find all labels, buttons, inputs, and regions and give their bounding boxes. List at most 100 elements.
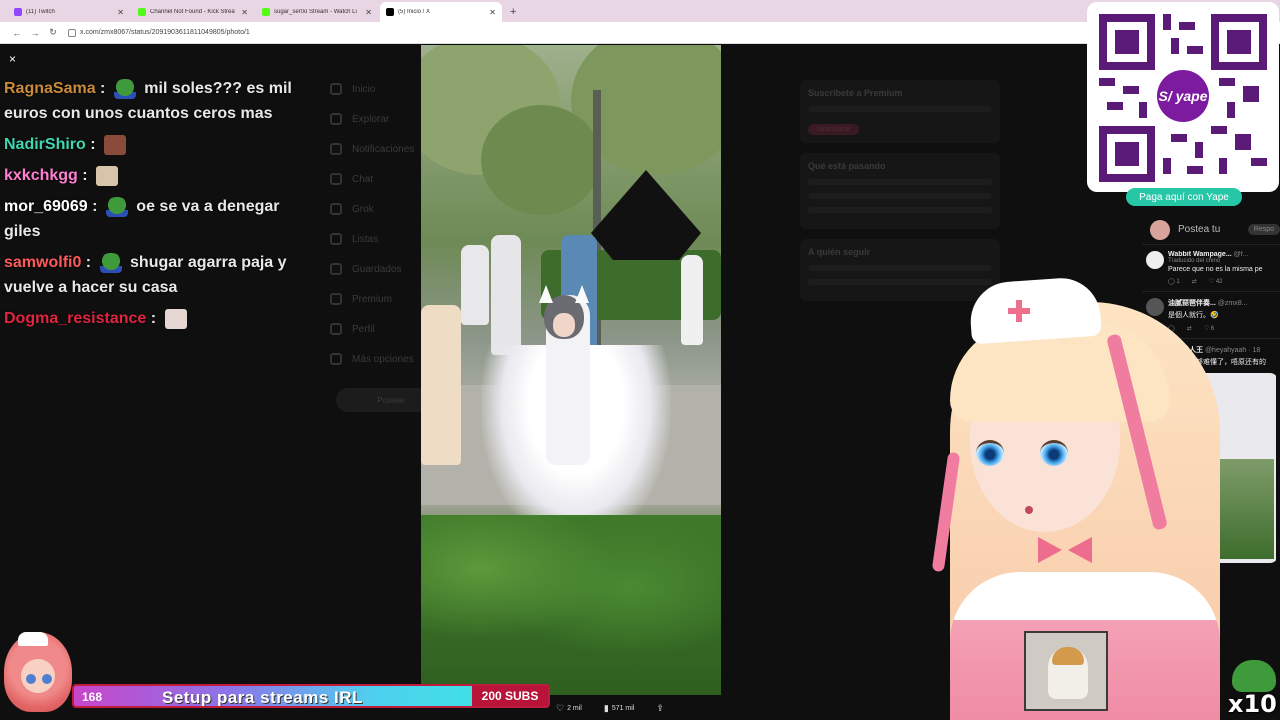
url-field[interactable]: x.com/zmx8067/status/2091903611811049805… <box>68 28 250 37</box>
tab-twitch[interactable]: (11) Twitch ✕ <box>8 2 130 22</box>
view-count: 571 mil <box>611 704 635 712</box>
reply-button[interactable]: Respo <box>1247 224 1280 235</box>
x-nav-item[interactable]: Notificaciones <box>330 134 430 164</box>
close-tab-icon[interactable]: ✕ <box>365 8 372 17</box>
qr-code: S/ yape <box>1099 14 1267 182</box>
chat-username: samwolfi0 <box>4 254 82 271</box>
x-nav-item[interactable]: Grok <box>330 194 430 224</box>
pepe-emote-icon <box>99 252 122 273</box>
url-text: x.com/zmx8067/status/2091903611811049805… <box>80 29 250 36</box>
translated-label: Traducido del chino <box>1168 258 1221 264</box>
x-nav-label: Grok <box>352 203 374 215</box>
bystander <box>491 235 521 355</box>
multiplier-label: x10 <box>1228 690 1277 718</box>
chat-username: mor_69069 <box>4 198 88 215</box>
close-tab-icon[interactable]: ✕ <box>117 8 124 17</box>
cosplay-photo[interactable] <box>421 45 721 695</box>
chat-icon <box>330 173 342 185</box>
streamer-mini-avatar <box>4 632 72 712</box>
avatar-eye <box>26 674 36 684</box>
kick-favicon-icon <box>262 8 270 16</box>
tab-title: Channel Not Found - Kick Strea <box>150 9 235 15</box>
sub-goal-target: 200 SUBS <box>472 686 548 706</box>
bell-icon <box>330 143 342 155</box>
pepe-emote-icon <box>1232 660 1276 692</box>
vtuber-eye <box>1040 440 1068 466</box>
new-tab-button[interactable]: + <box>510 6 516 18</box>
chat-username: NadirShiro <box>4 136 86 153</box>
list-icon <box>330 233 342 245</box>
follow-title: A quién seguir <box>808 247 871 257</box>
sub-goal-title: Setup para streams IRL <box>162 688 363 707</box>
pepe-emote-icon <box>113 78 136 99</box>
bookmark-icon <box>330 263 342 275</box>
site-info-icon[interactable] <box>68 28 76 37</box>
sub-count: 168 <box>82 690 103 704</box>
x-nav-label: Perfil <box>352 323 375 335</box>
text-placeholder <box>808 193 992 199</box>
x-sidebar-nav: Inicio Explorar Notificaciones Chat Grok… <box>330 74 430 374</box>
yape-qr-panel: S/ yape <box>1087 2 1279 192</box>
cross-icon <box>1008 300 1030 322</box>
premium-card: Suscríbete a Premium Suscribirse <box>800 80 1000 143</box>
bar-chart-icon: ▮ <box>603 702 609 713</box>
chat-username: RagnaSama <box>4 80 96 97</box>
x-compose[interactable]: Postea tu Respo <box>1142 215 1280 245</box>
text-placeholder <box>808 179 992 185</box>
x-nav-item[interactable]: Explorar <box>330 104 430 134</box>
home-icon <box>330 83 342 95</box>
back-arrow-icon[interactable]: ← <box>8 28 26 38</box>
x-nav-item[interactable]: Más opciones <box>330 344 430 374</box>
text-placeholder <box>808 207 992 213</box>
x-nav-item[interactable]: Chat <box>330 164 430 194</box>
twitch-favicon-icon <box>14 8 22 16</box>
x-nav-label: Premium <box>352 293 393 305</box>
forward-arrow-icon[interactable]: → <box>26 28 44 38</box>
cat-emote-icon <box>96 165 119 186</box>
premium-icon <box>330 293 342 305</box>
tab-title: sugar_ser0o Stream - Watch Li <box>274 9 357 15</box>
happening-title: Qué está pasando <box>808 161 886 171</box>
x-nav-label: Explorar <box>352 113 390 125</box>
views-button[interactable]: ▮ 571 mil <box>604 703 635 714</box>
vtuber-eye <box>976 440 1004 466</box>
x-nav-item[interactable]: Premium <box>330 284 430 314</box>
close-tab-icon[interactable]: ✕ <box>241 8 248 17</box>
reload-icon[interactable]: ↻ <box>44 27 62 38</box>
chat-username: kxkchkgg <box>4 167 78 184</box>
x-nav-item[interactable]: Guardados <box>330 254 430 284</box>
x-nav-item[interactable]: Listas <box>330 224 430 254</box>
like-count: 2 mil <box>567 704 582 712</box>
chat-message: Dogma_resistance : <box>4 306 304 331</box>
like-button[interactable]: ♡ 2 mil <box>556 703 582 714</box>
pepe-multiplier: x10 <box>1226 660 1280 720</box>
close-tab-icon[interactable]: ✕ <box>489 8 496 17</box>
compose-placeholder: Postea tu <box>1178 224 1221 235</box>
search-icon <box>330 113 342 125</box>
foreground-plants <box>421 515 721 695</box>
reply-handle: @f... <box>1233 251 1249 258</box>
yape-pay-button[interactable]: Paga aquí con Yape <box>1126 188 1242 206</box>
tab-title: (5) Inicio / X <box>398 9 431 15</box>
photo-umbrella <box>591 170 701 260</box>
subscribe-button[interactable]: Suscribirse <box>808 124 859 135</box>
share-button[interactable]: ⇪ <box>656 703 667 714</box>
chat-overlay: RagnaSama : mil soles??? es mil euros co… <box>4 76 304 337</box>
x-nav-item[interactable]: Perfil <box>330 314 430 344</box>
chat-message: RagnaSama : mil soles??? es mil euros co… <box>4 78 292 122</box>
x-nav-item[interactable]: Inicio <box>330 74 430 104</box>
face-emote-icon <box>104 134 127 155</box>
bystander <box>421 305 461 465</box>
x-nav-label: Notificaciones <box>352 143 415 155</box>
tab-x-inicio[interactable]: (5) Inicio / X ✕ <box>380 2 502 22</box>
premium-title: Suscríbete a Premium <box>808 88 903 98</box>
chat-message: NadirShiro : <box>4 132 304 157</box>
nurse-cap <box>968 275 1102 345</box>
tab-kick-channel[interactable]: Channel Not Found - Kick Strea ✕ <box>132 2 254 22</box>
kick-favicon-icon <box>138 8 146 16</box>
tab-kick-stream[interactable]: sugar_ser0o Stream - Watch Li ✕ <box>256 2 378 22</box>
stream-screen: (11) Twitch ✕ Channel Not Found - Kick S… <box>0 0 1280 720</box>
reply-avatar <box>1146 251 1164 269</box>
close-photo-icon[interactable]: × <box>9 52 16 66</box>
x-nav-label: Listas <box>352 233 379 245</box>
